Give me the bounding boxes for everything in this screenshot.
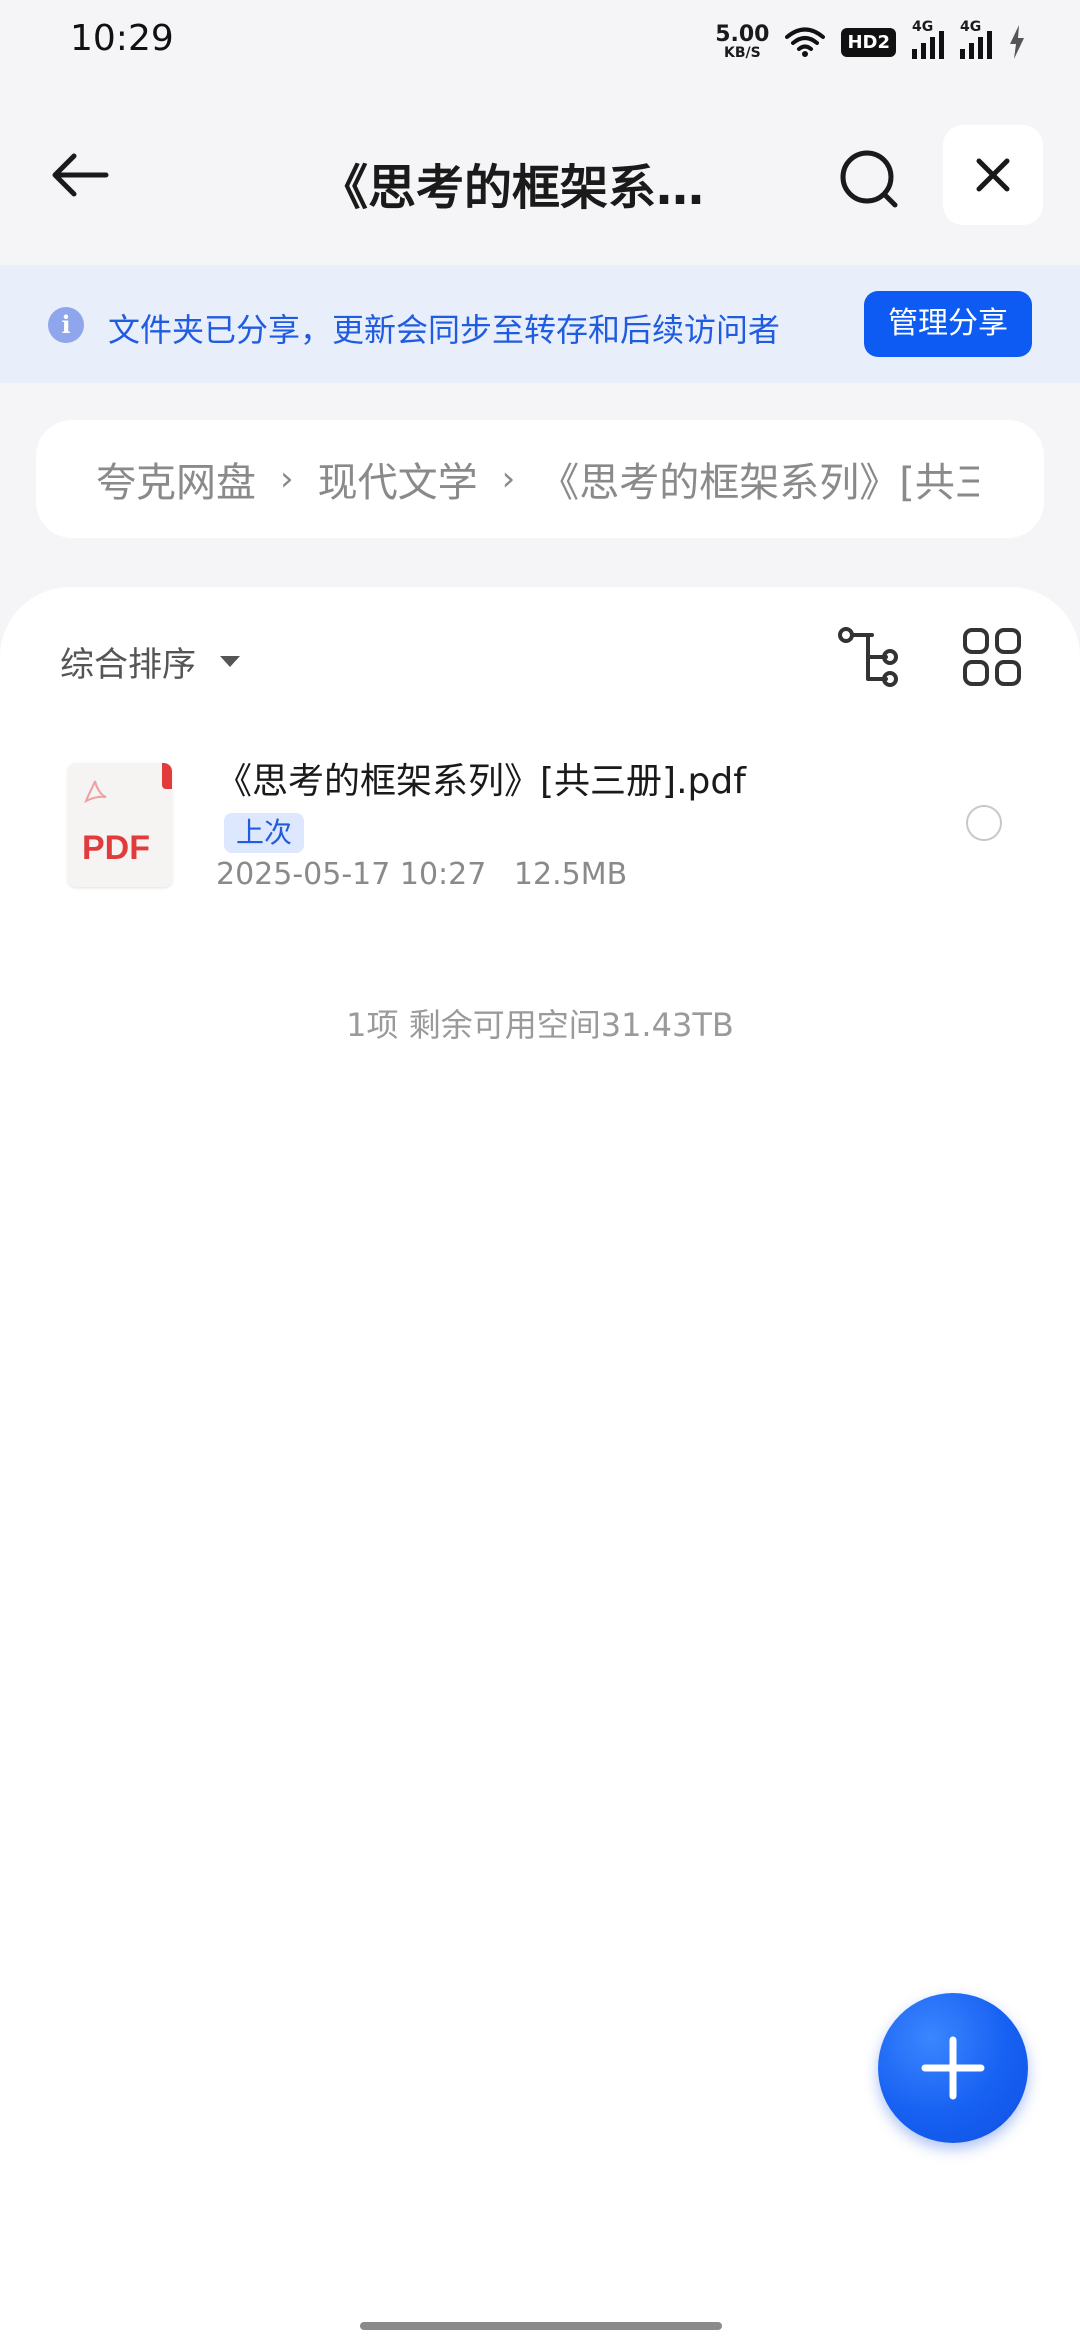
file-size: 12.5MB	[513, 857, 628, 892]
share-banner: i 文件夹已分享，更新会同步至转存和后续访问者 管理分享	[0, 265, 1080, 383]
breadcrumb-item-root[interactable]: 夸克网盘	[96, 450, 256, 508]
network-speed: 5.00 KB/S	[715, 22, 770, 61]
last-opened-badge: 上次	[224, 813, 305, 853]
status-time: 10:29	[70, 18, 174, 59]
acrobat-icon	[84, 780, 107, 804]
charging-icon	[1010, 25, 1024, 59]
status-icons: 5.00 KB/S HD2 4G 4G	[715, 18, 1026, 66]
tree-view-icon[interactable]	[838, 627, 902, 687]
signal-icon: 4G	[960, 19, 992, 59]
add-button[interactable]	[878, 1993, 1028, 2143]
network-speed-value: 5.00	[715, 22, 770, 47]
grid-view-icon[interactable]	[962, 627, 1022, 687]
back-button[interactable]	[40, 140, 120, 210]
close-button[interactable]	[943, 125, 1043, 225]
file-date: 2025-05-17 10:27	[216, 857, 487, 892]
arrow-left-icon	[52, 153, 109, 197]
wifi-icon	[785, 27, 826, 57]
hd-icon: HD2	[841, 27, 896, 57]
signal-label: 4G	[912, 19, 934, 35]
pdf-icon-label: PDF	[82, 829, 150, 867]
sort-dropdown[interactable]: 综合排序	[60, 637, 240, 686]
caret-down-icon	[220, 656, 240, 667]
search-button[interactable]	[830, 140, 910, 220]
file-name-text: 《思考的框架系列》[共三册].pdf	[216, 761, 746, 802]
network-speed-unit: KB/S	[723, 45, 761, 61]
breadcrumb-item-current[interactable]: 《思考的框架系列》[共三	[539, 450, 979, 508]
search-icon	[840, 150, 898, 208]
info-icon: i	[48, 307, 84, 343]
storage-summary: 1项 剩余可用空间31.43TB	[346, 1006, 734, 1044]
status-bar: 10:29 5.00 KB/S HD2 4G 4G	[0, 0, 1080, 82]
chevron-right-icon: ›	[501, 459, 516, 499]
top-bar: 《思考的框架系列…	[0, 110, 1080, 240]
home-indicator[interactable]	[360, 2322, 722, 2330]
share-banner-text: 文件夹已分享，更新会同步至转存和后续访问者	[108, 311, 781, 349]
plus-icon	[921, 2036, 985, 2100]
file-name: 《思考的框架系列》[共三册].pdf 上次	[216, 757, 776, 857]
select-checkbox[interactable]	[966, 805, 1002, 841]
signal-icon: 4G	[912, 19, 944, 59]
signal-label: 4G	[960, 19, 982, 35]
breadcrumb: 夸克网盘 › 现代文学 › 《思考的框架系列》[共三	[36, 420, 1044, 538]
manage-share-button[interactable]: 管理分享	[864, 291, 1032, 357]
close-icon	[976, 158, 1010, 192]
sort-label: 综合排序	[60, 645, 196, 685]
breadcrumb-item-folder[interactable]: 现代文学	[318, 450, 478, 508]
page-title: 《思考的框架系列…	[320, 160, 750, 216]
chevron-right-icon: ›	[280, 459, 294, 499]
file-list-item[interactable]: PDF 《思考的框架系列》[共三册].pdf 上次 2025-05-17 10:2…	[0, 757, 1080, 907]
pdf-file-icon: PDF	[68, 763, 172, 887]
file-meta: 2025-05-17 10:27 12.5MB	[216, 857, 627, 892]
